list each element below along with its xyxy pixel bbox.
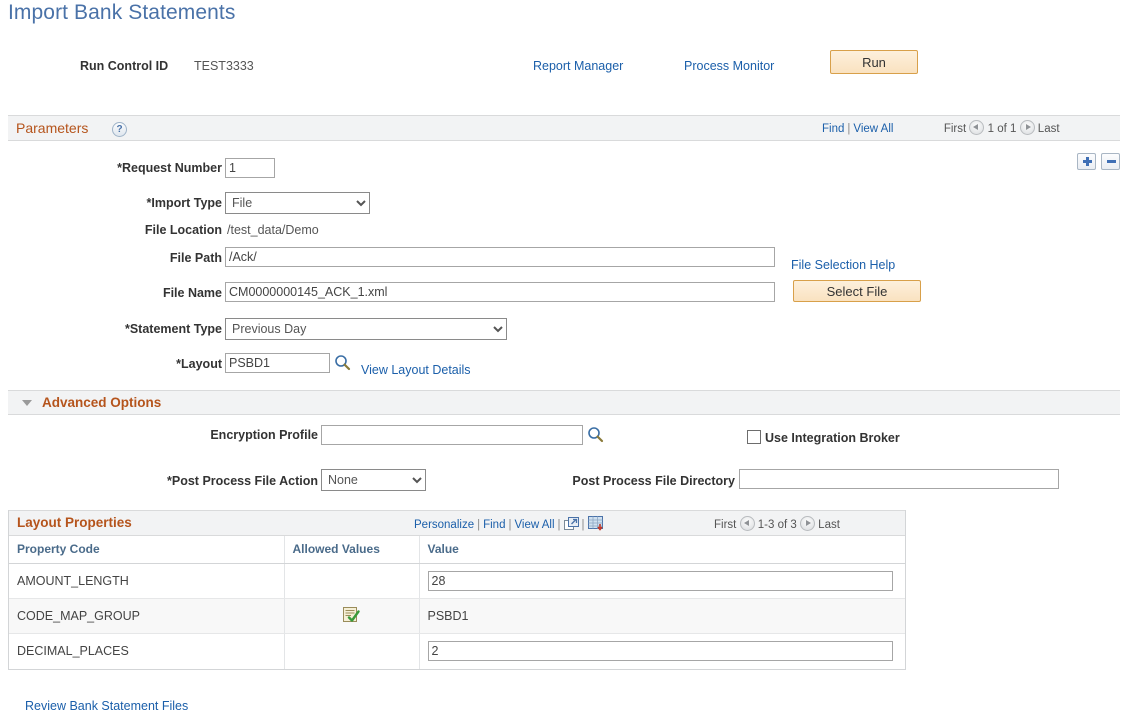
request-number-label: *Request Number: [0, 161, 222, 175]
grid-row-counter: 1-3 of 3: [758, 519, 797, 531]
file-path-input[interactable]: [225, 247, 775, 267]
table-body: AMOUNT_LENGTHCODE_MAP_GROUP PSBD1 DECIMAL_…: [9, 564, 905, 669]
actions-sep-1: |: [477, 519, 480, 531]
post-process-file-directory-input[interactable]: [739, 469, 1059, 489]
page-title: Import Bank Statements: [8, 1, 235, 25]
review-bank-statement-files-link[interactable]: Review Bank Statement Files: [25, 699, 188, 713]
run-control-id-label: Run Control ID: [80, 59, 168, 73]
use-integration-broker-checkbox[interactable]: [747, 430, 761, 444]
value-input[interactable]: [428, 571, 893, 591]
grid-first-label[interactable]: First: [714, 519, 736, 531]
table-row: CODE_MAP_GROUP PSBD1: [9, 599, 905, 634]
request-number-input[interactable]: [225, 158, 275, 178]
run-control-id-value: TEST3333: [194, 59, 254, 73]
view-layout-details-link[interactable]: View Layout Details: [361, 363, 471, 377]
run-button[interactable]: Run: [830, 50, 918, 74]
advanced-options-title: Advanced Options: [42, 395, 161, 410]
encryption-profile-label: Encryption Profile: [0, 428, 318, 442]
column-value: Value: [419, 536, 905, 564]
parameters-title: Parameters: [16, 120, 88, 136]
table-row: DECIMAL_PLACES: [9, 634, 905, 669]
parameters-last-label[interactable]: Last: [1038, 123, 1060, 135]
actions-sep-4: |: [582, 519, 585, 531]
encryption-profile-input[interactable]: [321, 425, 583, 445]
cell-property-code: CODE_MAP_GROUP: [9, 599, 284, 634]
statement-type-select[interactable]: Previous DayIntra Day: [225, 318, 507, 340]
layout-label: *Layout: [0, 357, 222, 371]
popout-window-icon[interactable]: [564, 517, 579, 531]
parameters-find-link[interactable]: Find: [822, 123, 844, 135]
import-bank-statements-page: Import Bank Statements Run Control ID TE…: [0, 0, 1128, 719]
grid-last-label[interactable]: Last: [818, 519, 840, 531]
table-header-row: Property Code Allowed Values Value: [9, 536, 905, 564]
cell-allowed-values: [284, 564, 419, 599]
parameters-row-counter: 1 of 1: [988, 123, 1017, 135]
advanced-options-section-header[interactable]: Advanced Options: [8, 390, 1120, 415]
next-page-icon[interactable]: [1020, 120, 1035, 135]
layout-properties-actions: Personalize|Find|View All||: [414, 516, 604, 531]
cell-value: [419, 634, 905, 669]
value-input[interactable]: [428, 641, 893, 661]
cell-allowed-values: [284, 634, 419, 669]
post-process-file-action-label: *Post Process File Action: [0, 474, 318, 488]
cell-value: PSBD1: [419, 599, 905, 634]
help-icon[interactable]: ?: [112, 122, 127, 137]
file-selection-help-link[interactable]: File Selection Help: [791, 258, 895, 272]
encryption-profile-lookup-icon[interactable]: [587, 426, 604, 443]
nav-separator: |: [847, 123, 850, 135]
layout-properties-table: Property Code Allowed Values Value AMOUN…: [9, 536, 905, 669]
cell-value: [419, 564, 905, 599]
import-type-select[interactable]: FileURLIntegration Broker: [225, 192, 370, 214]
file-path-label: File Path: [0, 251, 222, 265]
file-name-label: File Name: [0, 286, 222, 300]
actions-sep-2: |: [508, 519, 511, 531]
parameters-first-label[interactable]: First: [944, 123, 966, 135]
delete-row-button[interactable]: [1101, 153, 1120, 170]
layout-lookup-icon[interactable]: [334, 354, 351, 371]
file-location-value: /test_data/Demo: [227, 223, 319, 237]
parameters-view-all-link[interactable]: View All: [853, 123, 893, 135]
allowed-values-icon[interactable]: [343, 607, 360, 626]
personalize-link[interactable]: Personalize: [414, 519, 474, 531]
add-row-button[interactable]: [1077, 153, 1096, 170]
column-allowed-values: Allowed Values: [284, 536, 419, 564]
process-monitor-link[interactable]: Process Monitor: [684, 59, 774, 73]
cell-allowed-values: [284, 599, 419, 634]
parameters-nav: Find|View All First 1 of 1 Last: [822, 120, 1060, 135]
cell-property-code: DECIMAL_PLACES: [9, 634, 284, 669]
table-row: AMOUNT_LENGTH: [9, 564, 905, 599]
grid-next-page-icon[interactable]: [800, 516, 815, 531]
column-property-code: Property Code: [9, 536, 284, 564]
use-integration-broker-label: Use Integration Broker: [765, 431, 900, 445]
grid-previous-page-icon[interactable]: [740, 516, 755, 531]
cell-property-code: AMOUNT_LENGTH: [9, 564, 284, 599]
select-file-button[interactable]: Select File: [793, 280, 921, 302]
report-manager-link[interactable]: Report Manager: [533, 59, 623, 73]
parameters-section-header: Parameters ? Find|View All First 1 of 1 …: [8, 115, 1120, 141]
file-location-label: File Location: [0, 223, 222, 237]
post-process-file-directory-label: Post Process File Directory: [430, 474, 735, 488]
grid-find-link[interactable]: Find: [483, 519, 505, 531]
actions-sep-3: |: [558, 519, 561, 531]
layout-properties-grid: Layout Properties Personalize|Find|View …: [8, 510, 906, 670]
previous-page-icon[interactable]: [969, 120, 984, 135]
file-name-input[interactable]: [225, 282, 775, 302]
collapse-triangle-icon[interactable]: [22, 400, 32, 406]
grid-view-all-link[interactable]: View All: [514, 519, 554, 531]
statement-type-label: *Statement Type: [0, 322, 222, 336]
download-to-excel-icon[interactable]: [588, 516, 604, 531]
layout-properties-header: Layout Properties Personalize|Find|View …: [9, 510, 905, 536]
layout-properties-nav: First 1-3 of 3 Last: [714, 516, 840, 531]
post-process-file-action-select[interactable]: NoneDeleteMoveRename: [321, 469, 426, 491]
layout-properties-title: Layout Properties: [17, 515, 132, 530]
layout-input[interactable]: [225, 353, 330, 373]
import-type-label: *Import Type: [0, 196, 222, 210]
